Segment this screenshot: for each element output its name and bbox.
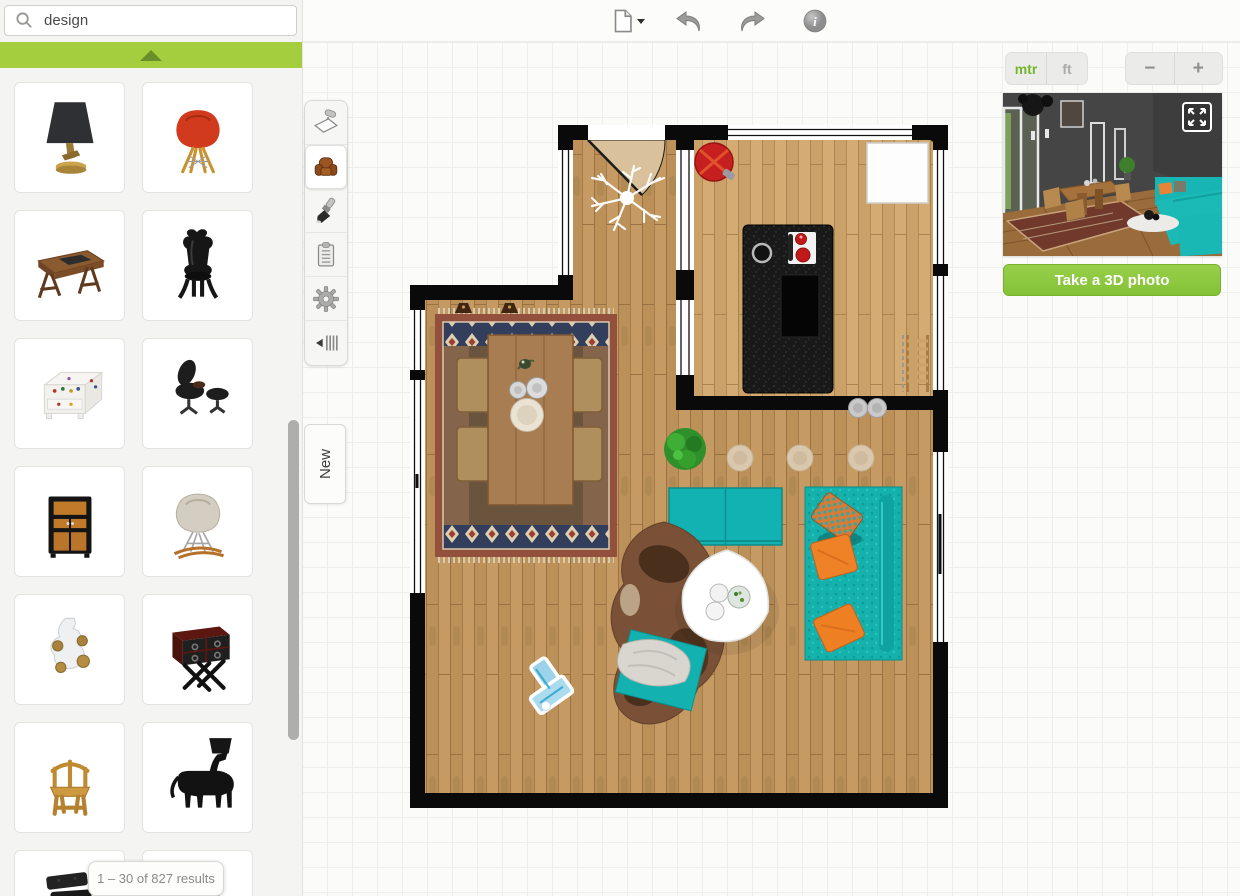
catalog-item-red-plastic-armchair[interactable] — [142, 82, 253, 193]
gold-vase-thumbnail — [24, 604, 116, 696]
tool-palette — [304, 100, 348, 366]
catalog-sidebar: 1 – 30 of 827 results — [0, 0, 303, 896]
room-planner-app: i Your 3D rooms — [0, 0, 1240, 896]
red-armchair-thumbnail — [152, 92, 244, 184]
lounge-chair-thumbnail — [152, 348, 244, 440]
catalog-item-white-gold-vase[interactable] — [14, 594, 125, 705]
kitchen-top-window[interactable] — [728, 125, 912, 140]
kitchen-island[interactable] — [743, 225, 833, 393]
zoom-control: − + — [1125, 52, 1223, 85]
units-mtr-button[interactable]: mtr — [1006, 53, 1046, 84]
trowel-icon — [311, 108, 341, 138]
tab-new-label: New — [317, 449, 334, 479]
door-opening[interactable] — [588, 125, 665, 140]
undo-icon — [672, 6, 706, 36]
furniture-tool-button[interactable] — [305, 145, 347, 189]
catalog-item-black-horse-lamp[interactable] — [142, 722, 253, 833]
cooktop[interactable] — [781, 275, 819, 337]
pot — [753, 244, 771, 262]
walls-tool-button[interactable] — [305, 101, 347, 145]
catalog-item-wooden-corner-chair[interactable] — [14, 722, 125, 833]
units-ft-button[interactable]: ft — [1046, 53, 1087, 84]
take-3d-photo-button[interactable]: Take a 3D photo — [1003, 264, 1221, 296]
entry-left-window[interactable] — [558, 150, 573, 275]
redo-button[interactable] — [731, 5, 773, 37]
floor-poufs[interactable] — [727, 445, 874, 471]
products-list-tool-button[interactable] — [305, 233, 347, 277]
undo-button[interactable] — [668, 5, 710, 37]
catalog-item-wooden-trestle-desk[interactable] — [14, 210, 125, 321]
floorplan[interactable] — [402, 114, 962, 820]
tab-new-room[interactable]: New — [304, 424, 346, 504]
faucet — [788, 234, 793, 261]
catalog-item-gray-rocking-chair[interactable] — [142, 466, 253, 577]
svg-text:i: i — [813, 14, 817, 29]
rocking-chair-thumbnail — [152, 476, 244, 568]
collapse-panel-icon — [311, 328, 341, 358]
painted-chest-thumbnail — [24, 348, 116, 440]
white-kitchen-table[interactable] — [867, 143, 928, 203]
new-document-caret-icon — [637, 19, 645, 24]
kitchen-right-window-2[interactable] — [933, 276, 948, 390]
living-right-window[interactable] — [933, 452, 948, 642]
clipboard-icon — [311, 240, 341, 270]
orange-cabinet-thumbnail — [24, 476, 116, 568]
units-toggle: mtr ft — [1005, 52, 1088, 85]
catalog-item-black-gun-table-lamp[interactable] — [14, 82, 125, 193]
info-icon: i — [801, 7, 829, 35]
collapse-up-icon — [140, 50, 162, 61]
catalog-item-white-painted-chest[interactable] — [14, 338, 125, 449]
search-input[interactable] — [42, 11, 266, 30]
catalog-item-black-orange-cabinet[interactable] — [14, 466, 125, 577]
entry-kitchen-window-lower[interactable] — [676, 300, 694, 375]
kitchen-right-window-1[interactable] — [933, 150, 948, 264]
results-count-text: 1 – 30 of 827 results — [97, 871, 215, 886]
catalog-item-red-campaign-side-table[interactable] — [142, 594, 253, 705]
preview-3d-thumbnail[interactable] — [1003, 93, 1222, 256]
trestle-desk-thumbnail — [24, 220, 116, 312]
catalog-item-black-lounge-chair-with-ottoman[interactable] — [142, 338, 253, 449]
collapse-panel-tool-button[interactable] — [305, 321, 347, 365]
new-document-button[interactable] — [606, 5, 648, 37]
gun-table-lamp-thumbnail — [24, 92, 116, 184]
teal-sofa[interactable] — [805, 487, 902, 660]
entry-kitchen-window-upper[interactable] — [676, 150, 694, 270]
settings-tool-button[interactable] — [305, 277, 347, 321]
paintbrush-icon — [311, 196, 341, 226]
top-toolbar: i Your 3D rooms — [302, 0, 1240, 42]
stairs[interactable] — [903, 335, 930, 392]
paint-tool-button[interactable] — [305, 189, 347, 233]
gear-icon — [311, 284, 341, 314]
collapse-categories-bar[interactable] — [0, 42, 302, 68]
baroque-armchair-thumbnail — [152, 220, 244, 312]
sidebar-scrollbar-thumb[interactable] — [288, 420, 299, 740]
catalog-grid — [14, 82, 290, 896]
zoom-out-button[interactable]: − — [1126, 53, 1174, 84]
horse-lamp-thumbnail — [152, 732, 244, 824]
search-box — [4, 5, 297, 36]
redo-icon — [735, 6, 769, 36]
armchair-icon — [311, 152, 341, 182]
search-icon — [15, 11, 34, 30]
zoom-in-button[interactable]: + — [1174, 53, 1223, 84]
campaign-table-thumbnail — [152, 604, 244, 696]
new-document-icon — [609, 6, 635, 36]
expand-preview-icon[interactable] — [1183, 103, 1211, 131]
living-left-window-1[interactable] — [410, 310, 425, 370]
results-count-bubble: 1 – 30 of 827 results — [88, 861, 224, 896]
chandelier-center — [620, 191, 634, 205]
living-left-window-2[interactable] — [410, 380, 425, 593]
info-button[interactable]: i — [794, 5, 836, 37]
corner-chair-thumbnail — [24, 732, 116, 824]
catalog-item-black-baroque-armchair[interactable] — [142, 210, 253, 321]
green-plant[interactable] — [664, 428, 706, 470]
